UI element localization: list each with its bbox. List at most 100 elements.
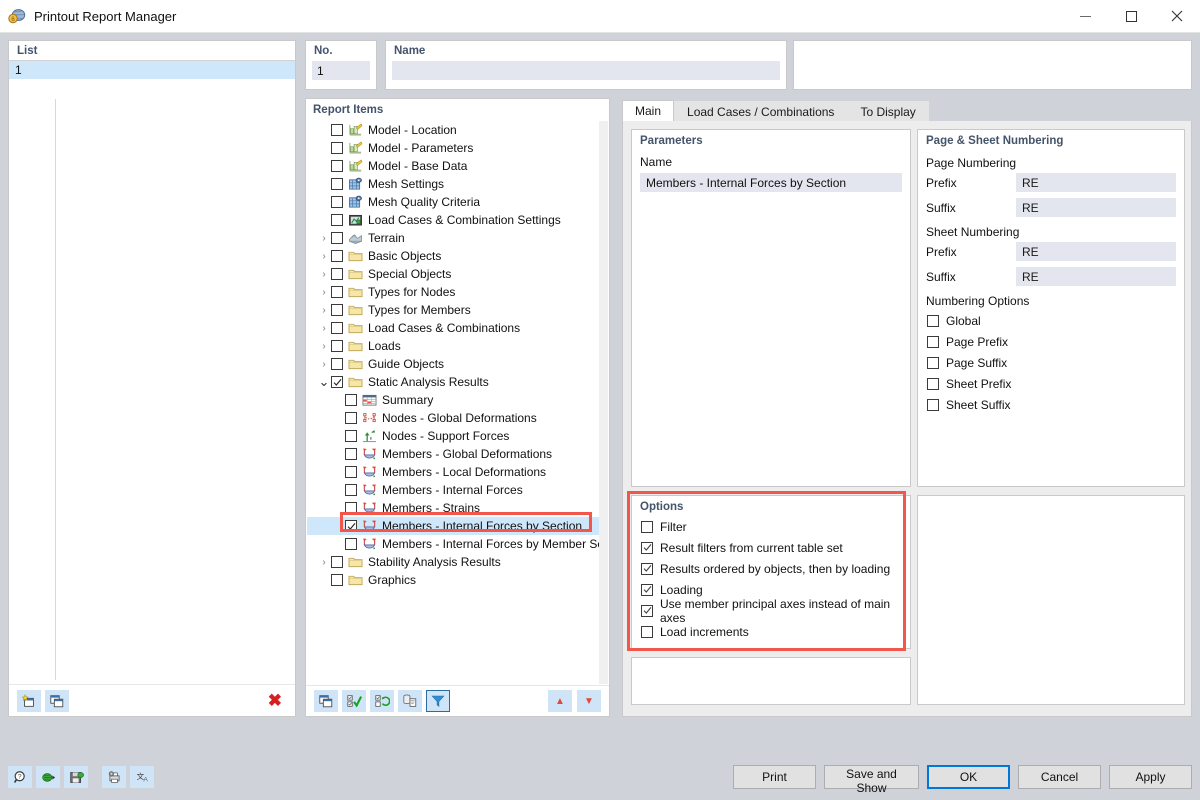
tree-item[interactable]: Members - Internal Forces by Member Set [307,535,600,553]
option-row[interactable]: Filter [632,516,910,537]
tree-item[interactable]: Mesh Quality Criteria [307,193,600,211]
tree-item[interactable]: Model - Parameters [307,139,600,157]
translate-button[interactable]: 文 A [130,766,154,788]
chevron-right-icon[interactable]: › [317,233,331,244]
chevron-right-icon[interactable]: › [317,305,331,316]
chevron-right-icon[interactable]: › [317,269,331,280]
option-checkbox[interactable] [641,604,653,617]
printer-settings-button[interactable] [102,766,126,788]
tree-item-checkbox[interactable] [331,322,343,334]
move-down-button[interactable]: ▼ [577,690,601,712]
tree-item[interactable]: Graphics [307,571,600,589]
option-checkbox[interactable] [641,625,653,638]
tree-item-checkbox[interactable] [345,484,357,496]
tree-item[interactable]: Load Cases & Combination Settings [307,211,600,229]
chevron-right-icon[interactable]: › [317,557,331,568]
report-items-tree[interactable]: Model - Location Model - Parameters Model … [307,121,600,684]
tree-item[interactable]: Nodes - Global Deformations [307,409,600,427]
tree-item-checkbox[interactable] [331,574,343,586]
name-input[interactable] [392,61,780,80]
tree-item-checkbox[interactable] [331,358,343,370]
select-all-button[interactable] [342,690,366,712]
tree-item-checkbox[interactable] [331,232,343,244]
tree-item[interactable]: › Types for Nodes [307,283,600,301]
tree-item-checkbox[interactable] [331,304,343,316]
numbering-option-row[interactable]: Sheet Suffix [918,394,1184,415]
numbering-option-checkbox[interactable] [927,398,939,411]
tree-item-checkbox[interactable] [331,556,343,568]
number-input[interactable] [312,61,370,80]
minimize-icon[interactable] [1062,0,1108,32]
chevron-right-icon[interactable]: › [317,323,331,334]
copy-report-button[interactable] [45,689,69,712]
tree-item[interactable]: › Stability Analysis Results [307,553,600,571]
tab-main[interactable]: Main [622,100,675,122]
tree-item[interactable]: ⌄ Static Analysis Results [307,373,600,391]
option-row[interactable]: Results ordered by objects, then by load… [632,558,910,579]
duplicate-item-button[interactable] [398,690,422,712]
invert-selection-button[interactable] [370,690,394,712]
tree-item-checkbox[interactable] [331,142,343,154]
chevron-right-icon[interactable]: › [317,251,331,262]
tree-item[interactable]: Members - Internal Forces [307,481,600,499]
option-checkbox[interactable] [641,541,653,554]
page-suffix-value[interactable]: RE [1016,198,1176,217]
sheet-suffix-value[interactable]: RE [1016,267,1176,286]
new-report-button[interactable] [17,689,41,712]
option-row[interactable]: Use member principal axes instead of mai… [632,597,910,625]
cancel-button[interactable]: Cancel [1018,765,1101,789]
tree-item-checkbox[interactable] [331,376,343,388]
numbering-option-checkbox[interactable] [927,356,939,369]
tree-item-checkbox[interactable] [345,394,357,406]
maximize-icon[interactable] [1108,0,1154,32]
sheet-prefix-value[interactable]: RE [1016,242,1176,261]
tab-to-display[interactable]: To Display [847,101,929,122]
close-icon[interactable] [1154,0,1200,32]
list-item[interactable]: 1 [9,61,295,79]
option-checkbox[interactable] [641,520,653,533]
tree-item-checkbox[interactable] [345,412,357,424]
tree-item[interactable]: Members - Strains [307,499,600,517]
tree-item[interactable]: Members - Internal Forces by Section [307,517,600,535]
tree-item-checkbox[interactable] [345,448,357,460]
tree-vertical-scrollbar[interactable] [599,121,608,684]
tree-item-checkbox[interactable] [331,196,343,208]
option-checkbox[interactable] [641,583,653,596]
tree-item[interactable]: › Loads [307,337,600,355]
tree-item-checkbox[interactable] [345,430,357,442]
chevron-right-icon[interactable]: › [317,287,331,298]
save-and-show-button[interactable]: Save and Show [824,765,919,795]
numbering-option-checkbox[interactable] [927,377,939,390]
tree-item-checkbox[interactable] [345,466,357,478]
option-checkbox[interactable] [641,562,653,575]
chevron-right-icon[interactable]: › [317,359,331,370]
numbering-option-checkbox[interactable] [927,335,939,348]
numbering-option-row[interactable]: Page Prefix [918,331,1184,352]
numbering-option-checkbox[interactable] [927,314,939,327]
delete-button[interactable]: ✖ [263,692,287,709]
print-button[interactable]: Print [733,765,816,789]
tree-item[interactable]: › Basic Objects [307,247,600,265]
numbering-option-row[interactable]: Page Suffix [918,352,1184,373]
ok-button[interactable]: OK [927,765,1010,789]
tree-item[interactable]: Mesh Settings [307,175,600,193]
tree-item[interactable]: › Special Objects [307,265,600,283]
tree-item-checkbox[interactable] [345,520,357,532]
tree-item[interactable]: Model - Location [307,121,600,139]
tree-item[interactable]: Members - Global Deformations [307,445,600,463]
tree-item[interactable]: Nodes - Support Forces [307,427,600,445]
move-up-button[interactable]: ▲ [548,690,572,712]
tree-item-checkbox[interactable] [331,124,343,136]
filter-button[interactable] [426,690,450,712]
tree-item-checkbox[interactable] [331,268,343,280]
tree-item-checkbox[interactable] [331,250,343,262]
option-row[interactable]: Result filters from current table set [632,537,910,558]
tree-item[interactable]: Summary [307,391,600,409]
tree-item[interactable]: › Load Cases & Combinations [307,319,600,337]
tree-item-checkbox[interactable] [345,538,357,550]
chevron-right-icon[interactable]: › [317,341,331,352]
tree-item[interactable]: › Guide Objects [307,355,600,373]
help-button[interactable]: ? [8,766,32,788]
tree-item-checkbox[interactable] [331,286,343,298]
tree-item[interactable]: › Terrain [307,229,600,247]
